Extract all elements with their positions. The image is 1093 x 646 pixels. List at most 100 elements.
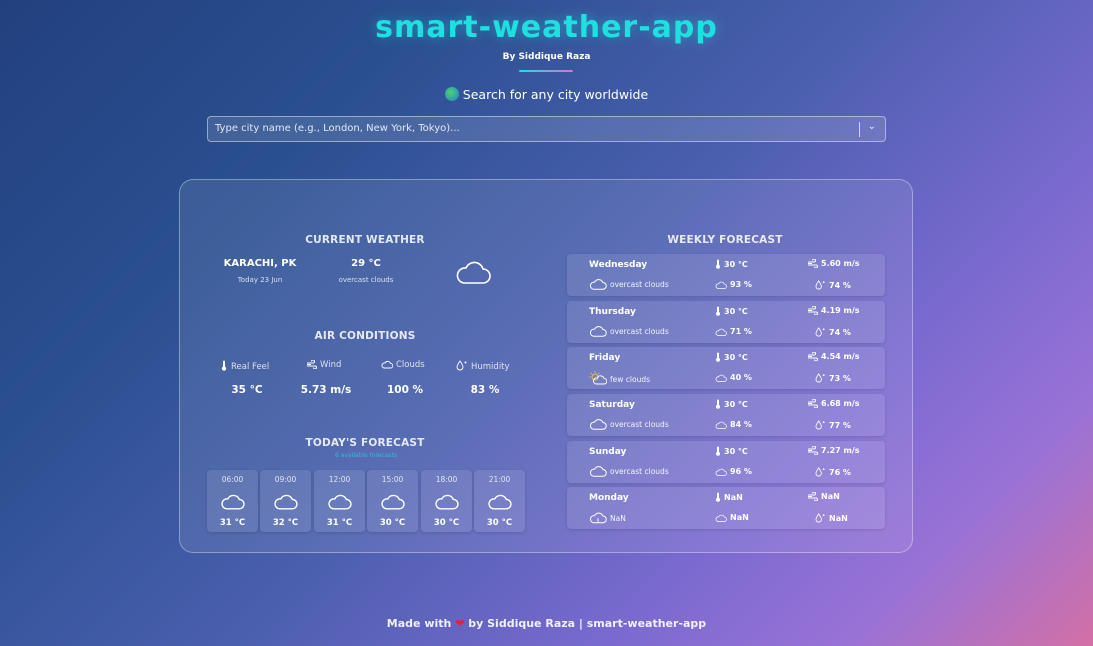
- day-description-text: overcast clouds: [610, 420, 669, 429]
- day-wind-value: 4.54 m/s: [821, 352, 860, 361]
- weekly-forecast-row: Thursday overcast clouds 30 °C 71 % 4.19…: [567, 301, 885, 343]
- wind-icon: [807, 351, 821, 362]
- day-clouds: 96 %: [715, 467, 752, 476]
- hour-temp: 31 °C: [219, 518, 246, 528]
- weekly-forecast-row: Sunday overcast clouds 30 °C 96 % 7.27 m…: [567, 441, 885, 483]
- day-name: Wednesday: [589, 260, 648, 270]
- day-humidity: 73 %: [815, 373, 851, 383]
- thermometer-icon: [715, 352, 724, 362]
- chevron-down-icon[interactable]: ⌄: [868, 121, 876, 132]
- day-humidity-value: 74 %: [829, 281, 851, 290]
- current-weather-heading: CURRENT WEATHER: [305, 234, 425, 246]
- wind-icon: [807, 491, 821, 502]
- air-label-humidity: Humidity: [456, 360, 510, 372]
- day-clouds: 40 %: [715, 373, 752, 382]
- app-author: By Siddique Raza: [502, 52, 591, 62]
- weekly-forecast-row: Friday few clouds 30 °C 40 % 4.54 m/s 73…: [567, 347, 885, 389]
- thermometer-icon: [715, 259, 724, 269]
- todays-forecast-heading: TODAY'S FORECAST: [305, 437, 425, 449]
- cloud-icon: [273, 493, 298, 514]
- day-clouds: NaN: [715, 513, 749, 522]
- humidity-icon: [815, 280, 829, 290]
- humidity-icon: [456, 360, 467, 371]
- cloud-icon: [220, 493, 245, 514]
- day-clouds: 71 %: [715, 327, 752, 336]
- day-temp: 30 °C: [715, 259, 748, 269]
- hour-temp: 30 °C: [379, 518, 406, 528]
- wind-icon: [807, 258, 821, 269]
- day-humidity-value: 73 %: [829, 374, 851, 383]
- day-name: Monday: [589, 493, 629, 503]
- forecast-count: 6 available forecasts: [334, 452, 398, 459]
- thermometer-icon: [715, 446, 724, 456]
- cloud-icon: [715, 373, 730, 382]
- day-wind-value: 7.27 m/s: [821, 446, 860, 455]
- day-humidity: 74 %: [815, 327, 851, 337]
- day-wind: 7.27 m/s: [807, 445, 860, 456]
- select-separator: [859, 122, 860, 137]
- day-humidity: 77 %: [815, 420, 851, 430]
- cloud-icon: [487, 493, 512, 514]
- air-label-clouds: Clouds: [381, 360, 425, 370]
- hour-temp: 32 °C: [272, 518, 299, 528]
- hourly-forecast-item: 06:00 31 °C: [207, 470, 258, 532]
- wind-icon: [307, 359, 317, 370]
- cloud-icon: [589, 419, 610, 430]
- cloud-icon: [715, 467, 730, 476]
- hour-temp: 30 °C: [486, 518, 513, 528]
- wind-icon: [807, 445, 821, 456]
- weekly-forecast-row: Saturday overcast clouds 30 °C 84 % 6.68…: [567, 394, 885, 436]
- search-hint-text: Search for any city worldwide: [462, 87, 649, 102]
- day-description-text: overcast clouds: [610, 327, 669, 336]
- day-wind-value: NaN: [821, 492, 840, 501]
- city-search-input[interactable]: [215, 123, 835, 134]
- thermometer-icon: [715, 306, 724, 316]
- day-temp-value: NaN: [724, 493, 743, 502]
- day-temp-value: 30 °C: [724, 353, 748, 362]
- current-temp: 29 °C: [351, 258, 381, 269]
- air-label-real-feel: Real Feel: [220, 360, 269, 372]
- day-humidity-value: 77 %: [829, 421, 851, 430]
- day-name: Thursday: [589, 307, 636, 317]
- cloud-icon: [327, 493, 352, 514]
- day-wind: 4.54 m/s: [807, 351, 860, 362]
- day-temp-value: 30 °C: [724, 260, 748, 269]
- day-description: overcast clouds: [589, 278, 669, 290]
- cloud-icon: [715, 327, 730, 336]
- hourly-forecast-item: 18:00 30 °C: [421, 470, 472, 532]
- day-clouds-value: 96 %: [730, 467, 752, 476]
- thermometer-icon: [715, 399, 724, 409]
- thermometer-icon: [221, 360, 227, 371]
- wind-icon: [807, 305, 821, 316]
- humidity-icon: [815, 467, 829, 477]
- hour-temp: 31 °C: [326, 518, 353, 528]
- cloud-icon: [715, 420, 730, 429]
- day-clouds-value: 93 %: [730, 280, 752, 289]
- hour-temp: 30 °C: [433, 518, 460, 528]
- current-date: Today 23 Jun: [237, 276, 283, 284]
- day-wind: 5.60 m/s: [807, 258, 860, 269]
- day-wind-value: 4.19 m/s: [821, 306, 860, 315]
- hour-time: 18:00: [435, 475, 458, 484]
- cloud-icon: [380, 493, 405, 514]
- footer: Made with ❤ by Siddique Raza | smart-wea…: [0, 617, 1093, 630]
- humidity-icon: [815, 513, 829, 523]
- current-city: KARACHI, PK: [223, 258, 297, 269]
- day-wind: 6.68 m/s: [807, 398, 860, 409]
- heart-icon: ❤: [455, 617, 465, 630]
- day-description: overcast clouds: [589, 418, 669, 430]
- air-conditions-heading: AIR CONDITIONS: [314, 330, 416, 342]
- day-description-text: overcast clouds: [610, 467, 669, 476]
- wind-value: 5.73 m/s: [300, 384, 352, 396]
- city-search-select[interactable]: ⌄: [207, 116, 886, 142]
- day-description: NaN: [589, 511, 626, 524]
- footer-prefix: Made with: [386, 617, 452, 630]
- cloud-icon: [455, 260, 491, 290]
- weekly-forecast-heading: WEEKLY FORECAST: [667, 234, 783, 246]
- hourly-forecast-item: 12:00 31 °C: [314, 470, 365, 532]
- humidity-icon: [815, 373, 829, 383]
- day-humidity-value: 76 %: [829, 468, 851, 477]
- sun-cloud-icon: [589, 371, 610, 385]
- day-temp: 30 °C: [715, 352, 748, 362]
- air-label-text: Real Feel: [231, 362, 270, 372]
